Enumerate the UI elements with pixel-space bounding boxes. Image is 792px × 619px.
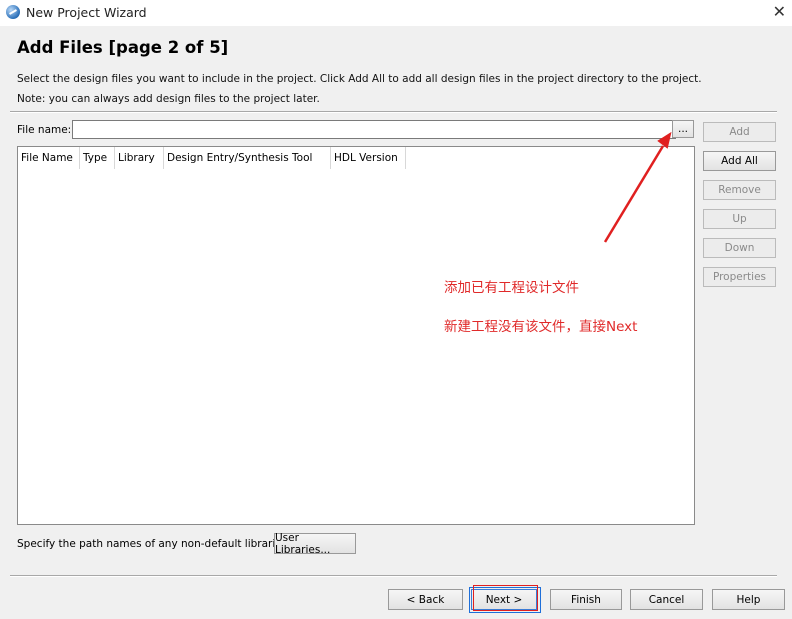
table-header: File Name Type Library Design Entry/Synt… — [18, 147, 406, 169]
up-button[interactable]: Up — [703, 209, 776, 229]
column-header-type[interactable]: Type — [80, 147, 115, 169]
close-icon[interactable]: ✕ — [773, 2, 786, 22]
window-title: New Project Wizard — [26, 5, 147, 20]
column-header-design-entry-tool[interactable]: Design Entry/Synthesis Tool — [164, 147, 331, 169]
properties-button[interactable]: Properties — [703, 267, 776, 287]
title-bar: New Project Wizard ✕ — [0, 0, 792, 26]
user-libraries-button[interactable]: User Libraries... — [274, 532, 356, 556]
help-button[interactable]: Help — [712, 589, 785, 610]
column-header-library[interactable]: Library — [115, 147, 164, 169]
column-header-hdl-version[interactable]: HDL Version — [331, 147, 406, 169]
file-name-label: File name: — [17, 124, 72, 136]
footer-divider — [10, 575, 777, 577]
next-annotation-highlight — [473, 585, 538, 611]
annotation-new-project-click-next: 新建工程没有该文件，直接Next — [444, 319, 638, 335]
page-description: Select the design files you want to incl… — [17, 73, 702, 85]
add-all-button[interactable]: Add All — [703, 151, 776, 171]
cancel-button[interactable]: Cancel — [630, 589, 703, 610]
page-title: Add Files [page 2 of 5] — [17, 38, 229, 57]
remove-button[interactable]: Remove — [703, 180, 776, 200]
browse-button[interactable]: ... — [672, 120, 694, 138]
page-note: Note: you can always add design files to… — [17, 93, 320, 105]
annotation-add-existing-files: 添加已有工程设计文件 — [444, 280, 579, 296]
finish-button[interactable]: Finish — [550, 589, 622, 610]
libraries-label: Specify the path names of any non-defaul… — [17, 538, 291, 550]
file-name-input[interactable] — [72, 120, 676, 139]
quartus-app-icon — [6, 5, 20, 19]
add-button[interactable]: Add — [703, 122, 776, 142]
header-divider — [10, 111, 777, 113]
back-button[interactable]: < Back — [388, 589, 463, 610]
files-table[interactable]: File Name Type Library Design Entry/Synt… — [17, 146, 695, 525]
down-button[interactable]: Down — [703, 238, 776, 258]
column-header-file-name[interactable]: File Name — [18, 147, 80, 169]
